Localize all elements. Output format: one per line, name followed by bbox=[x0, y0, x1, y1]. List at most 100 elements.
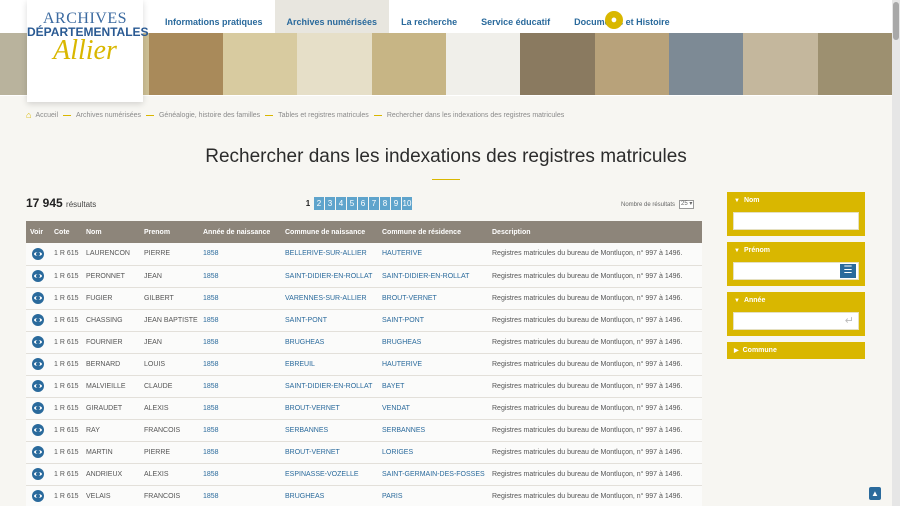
accessibility-icon[interactable]: ● bbox=[605, 11, 623, 29]
table-cell: SAINT-DIDIER-EN-ROLLAT bbox=[382, 272, 470, 280]
column-header[interactable]: Commune de naissance bbox=[281, 221, 378, 243]
page-title: Rechercher dans les indexations des regi… bbox=[205, 146, 687, 167]
column-header[interactable]: Prenom bbox=[140, 221, 199, 243]
view-eye-icon[interactable] bbox=[32, 490, 44, 502]
nom-input[interactable] bbox=[733, 212, 859, 230]
view-eye-icon[interactable] bbox=[32, 446, 44, 458]
table-cell: SAINT-PONT bbox=[285, 316, 328, 324]
table-cell: ALEXIS bbox=[144, 404, 169, 412]
view-eye-icon[interactable] bbox=[32, 270, 44, 282]
nav-service-educatif[interactable]: Service éducatif bbox=[469, 0, 562, 33]
table-cell: 1 R 615 bbox=[54, 448, 79, 456]
table-row[interactable]: 1 R 615 MALVIEILLE CLAUDE 1858 SAINT-DIDIER-… bbox=[26, 375, 702, 397]
breadcrumb-genealogie[interactable]: Généalogie, histoire des familles bbox=[159, 112, 260, 119]
table-cell: FOURNIER bbox=[86, 338, 123, 346]
page-link[interactable]: 10 bbox=[402, 197, 412, 210]
breadcrumb-current: Rechercher dans les indexations des regi… bbox=[386, 111, 565, 119]
table-cell: Registres matricules du bureau de Montlu… bbox=[492, 492, 683, 500]
column-header[interactable]: Commune de résidence bbox=[378, 221, 488, 243]
table-row[interactable]: 1 R 615 GIRAUDET ALEXIS 1858 BROUT-VERNET VEN… bbox=[26, 397, 702, 419]
table-row[interactable]: 1 R 615 PERONNET JEAN 1858 SAINT-DIDIER-EN-R… bbox=[26, 265, 702, 287]
page-link[interactable]: 8 bbox=[380, 197, 390, 210]
column-header[interactable]: Voir bbox=[26, 221, 50, 243]
breadcrumb-accueil[interactable]: Accueil bbox=[35, 112, 58, 119]
view-eye-icon[interactable] bbox=[32, 292, 44, 304]
table-row[interactable]: 1 R 615 RAY FRANCOIS 1858 SERBANNES SERBANNES… bbox=[26, 419, 702, 441]
logo-line-1: ARCHIVES bbox=[42, 10, 127, 27]
table-cell: BROUT-VERNET bbox=[285, 448, 340, 456]
table-row[interactable]: 1 R 615 LAURENCON PIERRE 1858 BELLERIVE-SUR-… bbox=[26, 243, 702, 265]
view-eye-icon[interactable] bbox=[32, 247, 44, 260]
nav-informations-pratiques[interactable]: Informations pratiques bbox=[153, 0, 275, 33]
table-cell: SERBANNES bbox=[285, 426, 329, 434]
table-cell: 1 R 615 bbox=[54, 294, 79, 302]
table-cell: FRANCOIS bbox=[144, 426, 181, 434]
annee-input[interactable]: ↵ bbox=[733, 312, 859, 330]
table-row[interactable]: 1 R 615 FOURNIER JEAN 1858 BRUGHEAS BRUGHEAS R… bbox=[26, 331, 702, 353]
page-link[interactable]: 5 bbox=[347, 197, 357, 210]
table-cell: BELLERIVE-SUR-ALLIER bbox=[285, 250, 367, 258]
table-cell: MALVIEILLE bbox=[86, 382, 126, 390]
table-cell: 1858 bbox=[203, 470, 219, 478]
table-row[interactable]: 1 R 615 FUGIER GILBERT 1858 VARENNES-SUR-ALL… bbox=[26, 287, 702, 309]
page-link[interactable]: 3 bbox=[325, 197, 335, 210]
breadcrumb-tables-registres[interactable]: Tables et registres matricules bbox=[278, 112, 369, 119]
table-cell: RAY bbox=[86, 426, 100, 434]
list-icon[interactable]: ☰ bbox=[840, 264, 856, 278]
home-icon[interactable]: ⌂ bbox=[26, 110, 31, 120]
table-cell: Registres matricules du bureau de Montlu… bbox=[492, 316, 683, 324]
view-eye-icon[interactable] bbox=[32, 314, 44, 326]
accessibility-badge-icon[interactable]: ▲ bbox=[869, 487, 881, 500]
column-header[interactable]: Année de naissance bbox=[199, 221, 281, 243]
table-row[interactable]: 1 R 615 MARTIN PIERRE 1858 BROUT-VERNET LORIG… bbox=[26, 441, 702, 463]
results-number: 17 945 bbox=[26, 196, 63, 210]
page-scrollbar[interactable] bbox=[892, 0, 900, 506]
page-link[interactable]: 2 bbox=[314, 197, 324, 210]
results-count: 17 945 résultats bbox=[26, 196, 96, 210]
table-cell: MARTIN bbox=[86, 448, 113, 456]
view-eye-icon[interactable] bbox=[32, 424, 44, 436]
column-header[interactable]: Cote bbox=[50, 221, 82, 243]
table-row[interactable]: 1 R 615 BERNARD LOUIS 1858 EBREUIL HAUTERIVE R… bbox=[26, 353, 702, 375]
page-link[interactable]: 9 bbox=[391, 197, 401, 210]
filter-annee-header[interactable]: ▼ Année bbox=[727, 292, 865, 309]
view-eye-icon[interactable] bbox=[32, 402, 44, 414]
banner-image bbox=[743, 33, 818, 95]
table-cell: SAINT-GERMAIN-DES-FOSSES bbox=[382, 470, 485, 478]
site-logo[interactable]: ARCHIVES DÉPARTEMENTALES Allier bbox=[27, 0, 149, 102]
view-eye-icon[interactable] bbox=[32, 336, 44, 348]
table-cell: 1 R 615 bbox=[54, 360, 79, 368]
filter-commune-header[interactable]: ▶ Commune bbox=[727, 342, 865, 359]
filter-prenom-header[interactable]: ▼ Prénom bbox=[727, 242, 865, 259]
view-eye-icon[interactable] bbox=[32, 380, 44, 392]
table-header: Voir Cote Nom Prenom Année de naissance Commu… bbox=[26, 221, 702, 243]
table-cell: VENDAT bbox=[382, 404, 410, 412]
table-cell: 1858 bbox=[203, 294, 219, 302]
view-eye-icon[interactable] bbox=[32, 358, 44, 370]
page-link[interactable]: 7 bbox=[369, 197, 379, 210]
table-cell: 1858 bbox=[203, 426, 219, 434]
results-label: résultats bbox=[66, 200, 97, 209]
page-link[interactable]: 6 bbox=[358, 197, 368, 210]
view-eye-icon[interactable] bbox=[32, 468, 44, 480]
breadcrumb-archives-numerisees[interactable]: Archives numérisées bbox=[76, 112, 141, 119]
per-page-label: Nombre de résultats bbox=[621, 201, 676, 208]
nav-la-recherche[interactable]: La recherche bbox=[389, 0, 469, 33]
table-cell: 1858 bbox=[203, 360, 219, 368]
page-current: 1 bbox=[305, 199, 311, 208]
table-row[interactable]: 1 R 615 ANDRIEUX ALEXIS 1858 ESPINASSE-VOZEL… bbox=[26, 463, 702, 485]
column-header[interactable]: Description bbox=[488, 221, 702, 243]
return-icon[interactable]: ↵ bbox=[845, 315, 854, 327]
filter-nom-header[interactable]: ▼ Nom bbox=[727, 192, 865, 209]
table-row[interactable]: 1 R 615 VELAIS FRANCOIS 1858 BRUGHEAS PARIS Re… bbox=[26, 485, 702, 506]
table-cell: BERNARD bbox=[86, 360, 121, 368]
column-header[interactable]: Nom bbox=[82, 221, 140, 243]
page-link[interactable]: 4 bbox=[336, 197, 346, 210]
table-cell: 1 R 615 bbox=[54, 492, 79, 500]
nav-archives-numerisees[interactable]: Archives numérisées bbox=[274, 0, 390, 33]
table-cell: 1858 bbox=[203, 272, 219, 280]
per-page-select[interactable]: 25 ▾ bbox=[679, 200, 695, 209]
prenom-input[interactable]: ☰ bbox=[733, 262, 859, 280]
table-row[interactable]: 1 R 615 CHASSING JEAN BAPTISTE 1858 SAINT-PO… bbox=[26, 309, 702, 331]
scrollbar-thumb[interactable] bbox=[893, 2, 899, 40]
